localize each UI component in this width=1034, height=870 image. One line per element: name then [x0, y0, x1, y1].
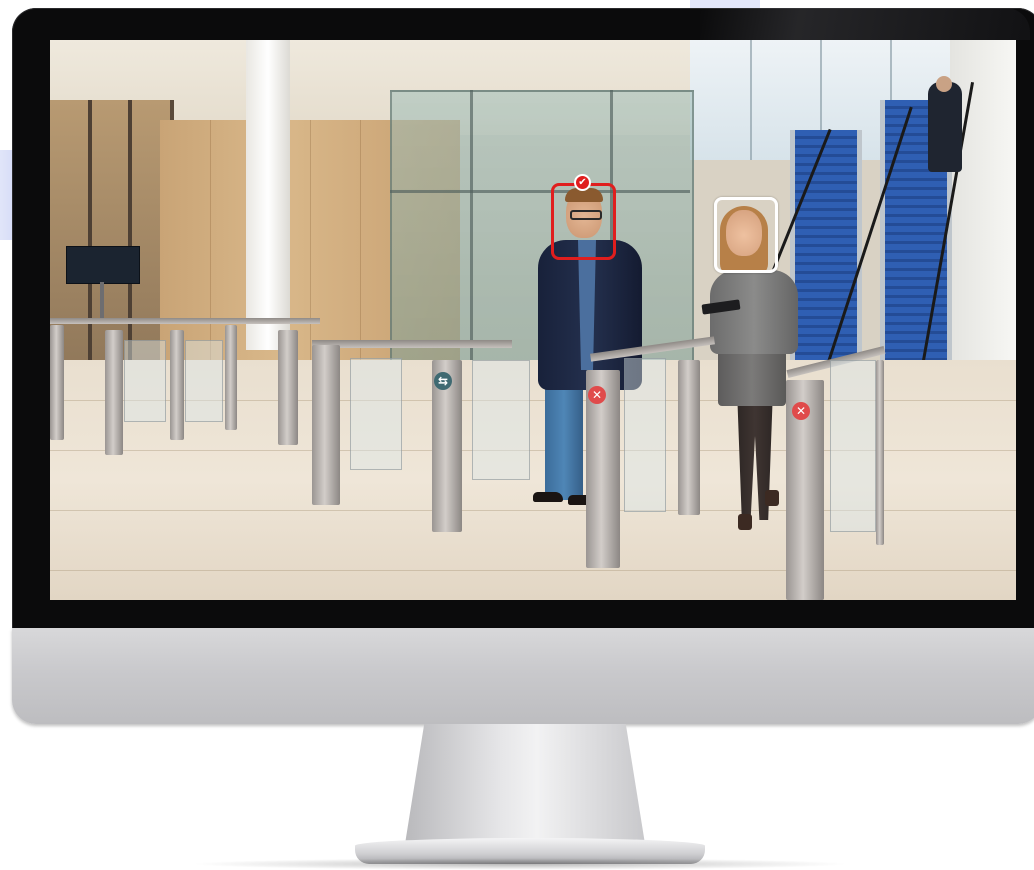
lobby-pillar: [246, 40, 290, 350]
gate-post: [312, 345, 340, 505]
woman-jacket: [710, 270, 798, 354]
gate-denied-icon: ✕: [792, 402, 810, 420]
gate-rail: [50, 318, 320, 324]
monitor-stand: [405, 724, 645, 844]
floor-tile-line: [50, 570, 1016, 571]
bezel-glare: [700, 8, 1030, 40]
stand-shadow: [190, 858, 850, 870]
gate-post: [170, 330, 184, 440]
window-mullion: [750, 40, 752, 160]
face-detection-box-verified[interactable]: [551, 183, 616, 260]
display-stand: [100, 282, 104, 318]
gate-glass-panel: [185, 340, 223, 422]
gate-glass-panel: [624, 358, 666, 512]
gate-post: [225, 325, 237, 430]
monitor-screen: ⇆ ✕ ✕ ✔: [50, 40, 1016, 600]
gate-post: [678, 360, 700, 515]
gate-glass-panel: [124, 340, 166, 422]
gate-post: [876, 360, 884, 545]
elevator-rail: [470, 90, 473, 370]
gate-post: [50, 325, 64, 440]
man-shoe: [533, 492, 563, 502]
gate-glass-panel: [472, 360, 530, 480]
gate-glass-panel: [830, 360, 876, 532]
elevator-rail: [390, 190, 690, 193]
woman-shoe: [738, 514, 752, 530]
wood-panel-seam: [310, 120, 311, 380]
face-detection-box[interactable]: [714, 197, 778, 273]
gate-rail: [312, 340, 512, 348]
gate-post: [278, 330, 298, 445]
gate-denied-icon: ✕: [588, 386, 606, 404]
person-on-escalator: [928, 82, 962, 172]
check-icon: ✔: [574, 174, 591, 191]
gate-glass-panel: [350, 358, 402, 470]
wall-display: [66, 246, 140, 284]
gate-allowed-icon: ⇆: [434, 372, 452, 390]
gate-post: [105, 330, 123, 455]
woman-shoe: [765, 490, 779, 506]
person-on-escalator-head: [936, 76, 952, 92]
glass-mullion: [88, 100, 92, 390]
monitor-chin: [12, 628, 1034, 724]
